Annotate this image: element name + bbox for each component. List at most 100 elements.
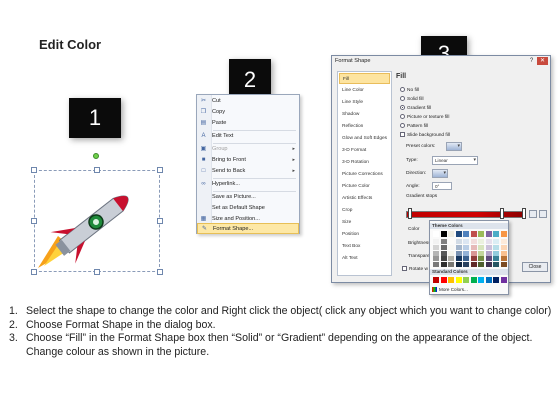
color-swatch[interactable] [485, 244, 492, 250]
type-dropdown[interactable]: Linear [432, 156, 478, 165]
menu-item-hyperlink[interactable]: ∞ Hyperlink... [197, 179, 299, 190]
nav-item-size[interactable]: Size [339, 217, 390, 228]
color-swatch[interactable] [455, 250, 462, 256]
color-swatch[interactable] [478, 231, 484, 237]
nav-item-position[interactable]: Position [339, 229, 390, 240]
color-swatch[interactable] [455, 231, 462, 237]
gradient-stop-handle[interactable] [408, 208, 412, 219]
menu-item-bring-to-front[interactable]: ■ Bring to Front ▸ [197, 155, 299, 166]
color-swatch[interactable] [433, 239, 439, 244]
color-swatch[interactable] [485, 262, 492, 268]
color-swatch[interactable] [493, 231, 499, 237]
color-swatch[interactable] [440, 262, 447, 268]
angle-input[interactable]: 0° [432, 182, 452, 190]
color-swatch[interactable] [478, 277, 484, 283]
color-swatch[interactable] [455, 277, 462, 283]
gradient-stop-handle[interactable] [500, 208, 504, 219]
color-swatch[interactable] [500, 250, 507, 256]
color-swatch[interactable] [485, 231, 492, 237]
color-swatch[interactable] [433, 256, 439, 262]
nav-item-text-box[interactable]: Text Box [339, 241, 390, 252]
menu-item-cut[interactable]: ✂ Cut [197, 96, 299, 107]
gradient-bar[interactable] [406, 211, 525, 218]
color-swatch[interactable] [500, 239, 507, 244]
more-colors-item[interactable]: More Colors... [432, 287, 468, 293]
color-swatch[interactable] [440, 244, 447, 250]
color-swatch[interactable] [440, 239, 447, 244]
gradient-stop-handle[interactable] [522, 208, 526, 219]
add-stop-button[interactable] [529, 210, 537, 218]
remove-stop-button[interactable] [539, 210, 547, 218]
menu-item-paste[interactable]: ▤ Paste [197, 118, 299, 129]
rotation-handle[interactable] [93, 153, 99, 159]
color-swatch[interactable] [433, 244, 439, 250]
color-swatch[interactable] [433, 250, 439, 256]
checkbox[interactable] [402, 266, 407, 271]
help-button[interactable]: ? [527, 57, 536, 65]
rocket-image[interactable] [36, 174, 158, 270]
preset-colors-dropdown[interactable] [446, 142, 462, 151]
color-swatch[interactable] [463, 239, 469, 244]
color-swatch[interactable] [455, 239, 462, 244]
color-swatch[interactable] [478, 244, 484, 250]
close-button[interactable]: Close [522, 262, 548, 272]
nav-item-artistic-effects[interactable]: Artistic Effects [339, 193, 390, 204]
color-swatch[interactable] [493, 262, 499, 268]
color-swatch[interactable] [463, 244, 469, 250]
color-swatch[interactable] [440, 256, 447, 262]
menu-item-set-default-shape[interactable]: Set as Default Shape [197, 203, 299, 214]
menu-item-send-to-back[interactable]: □ Send to Back ▸ [197, 166, 299, 177]
color-swatch[interactable] [500, 256, 507, 262]
color-swatch[interactable] [485, 256, 492, 262]
color-swatch[interactable] [470, 244, 477, 250]
color-swatch[interactable] [478, 262, 484, 268]
nav-item-3d-rotation[interactable]: 3-D Rotation [339, 157, 390, 168]
color-swatch[interactable] [485, 277, 492, 283]
color-swatch[interactable] [463, 277, 469, 283]
radio-button[interactable] [400, 96, 405, 101]
option-pattern-fill[interactable]: Pattern fill [400, 123, 428, 129]
nav-item-picture-color[interactable]: Picture Color [339, 181, 390, 192]
checkbox[interactable] [400, 132, 405, 137]
nav-item-fill[interactable]: Fill [339, 73, 390, 84]
menu-item-copy[interactable]: ❐ Copy [197, 107, 299, 118]
color-swatch[interactable] [448, 262, 454, 268]
nav-item-glow[interactable]: Glow and Soft Edges [339, 133, 390, 144]
color-swatch[interactable] [440, 250, 447, 256]
color-swatch[interactable] [500, 262, 507, 268]
color-swatch[interactable] [448, 244, 454, 250]
option-slide-background-fill[interactable]: Slide background fill [400, 132, 450, 138]
color-swatch[interactable] [463, 231, 469, 237]
color-swatch[interactable] [470, 256, 477, 262]
nav-item-reflection[interactable]: Reflection [339, 121, 390, 132]
color-swatch[interactable] [470, 250, 477, 256]
color-swatch[interactable] [448, 239, 454, 244]
color-swatch[interactable] [493, 244, 499, 250]
color-swatch[interactable] [470, 262, 477, 268]
direction-dropdown[interactable] [432, 169, 448, 178]
nav-item-crop[interactable]: Crop [339, 205, 390, 216]
option-picture-fill[interactable]: Picture or texture fill [400, 114, 449, 120]
option-solid-fill[interactable]: Solid fill [400, 96, 424, 102]
color-swatch[interactable] [470, 231, 477, 237]
color-swatch[interactable] [440, 231, 447, 237]
color-swatch[interactable] [470, 277, 477, 283]
color-swatch[interactable] [463, 256, 469, 262]
color-swatch[interactable] [493, 250, 499, 256]
color-swatch[interactable] [493, 277, 499, 283]
radio-button[interactable] [400, 123, 405, 128]
radio-button[interactable] [400, 114, 405, 119]
color-swatch[interactable] [448, 231, 454, 237]
resize-handle-tr[interactable] [157, 167, 163, 173]
color-swatch[interactable] [433, 231, 439, 237]
color-swatch[interactable] [493, 256, 499, 262]
color-swatch[interactable] [500, 277, 507, 283]
option-no-fill[interactable]: No fill [400, 87, 419, 93]
resize-handle-top[interactable] [94, 167, 100, 173]
color-swatch[interactable] [455, 244, 462, 250]
color-swatch[interactable] [433, 262, 439, 268]
nav-item-shadow[interactable]: Shadow [339, 109, 390, 120]
radio-button-selected[interactable] [400, 105, 405, 110]
color-swatch[interactable] [500, 231, 507, 237]
color-swatch[interactable] [485, 250, 492, 256]
